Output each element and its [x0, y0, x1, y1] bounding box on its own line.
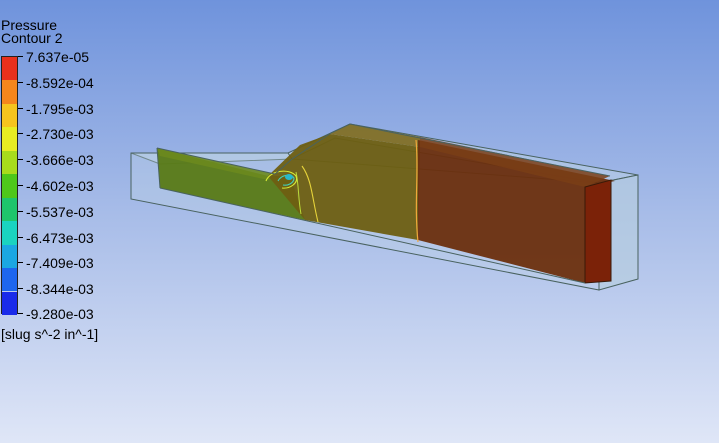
legend-tick [18, 288, 23, 289]
legend-label: -4.602e-03 [26, 178, 94, 194]
legend-swatch [2, 197, 17, 222]
pressure-contour-model [130, 123, 639, 291]
legend-swatch [2, 174, 17, 198]
legend-label: -3.666e-03 [26, 152, 94, 168]
legend-swatch [2, 80, 17, 104]
legend-tick [18, 313, 23, 314]
legend-tick [18, 211, 23, 212]
legend-swatch [2, 244, 17, 269]
legend-swatch [2, 268, 17, 292]
legend-tick [18, 82, 23, 83]
legend-swatch [2, 57, 17, 81]
legend-subtitle: Contour 2 [1, 30, 63, 46]
legend-swatch [2, 221, 17, 245]
legend-label: -1.795e-03 [26, 101, 94, 117]
legend-swatch [2, 291, 17, 315]
legend-label: -8.592e-04 [26, 75, 94, 91]
legend-label: -8.344e-03 [26, 281, 94, 297]
legend-tick [18, 185, 23, 186]
legend-swatch [2, 127, 17, 151]
3d-viewport[interactable] [0, 0, 719, 443]
outlet-face [584, 179, 612, 284]
legend-label: -5.537e-03 [26, 204, 94, 220]
legend-units: [slug s^-2 in^-1] [1, 326, 99, 342]
legend-tick [18, 262, 23, 263]
legend-label: -6.473e-03 [26, 230, 94, 246]
legend-swatch [2, 150, 17, 175]
legend-tick [18, 133, 23, 134]
legend-tick [18, 56, 23, 57]
legend-swatch [2, 103, 17, 128]
legend-label: -2.730e-03 [26, 126, 94, 142]
vortex-core [285, 174, 293, 180]
legend-tick [18, 159, 23, 160]
legend-label: 7.637e-05 [26, 49, 90, 65]
legend-color-bar [1, 56, 18, 315]
legend-tick [18, 108, 23, 109]
legend-label: -7.409e-03 [26, 255, 94, 271]
legend-tick [18, 237, 23, 238]
legend-label: -9.280e-03 [26, 306, 94, 322]
